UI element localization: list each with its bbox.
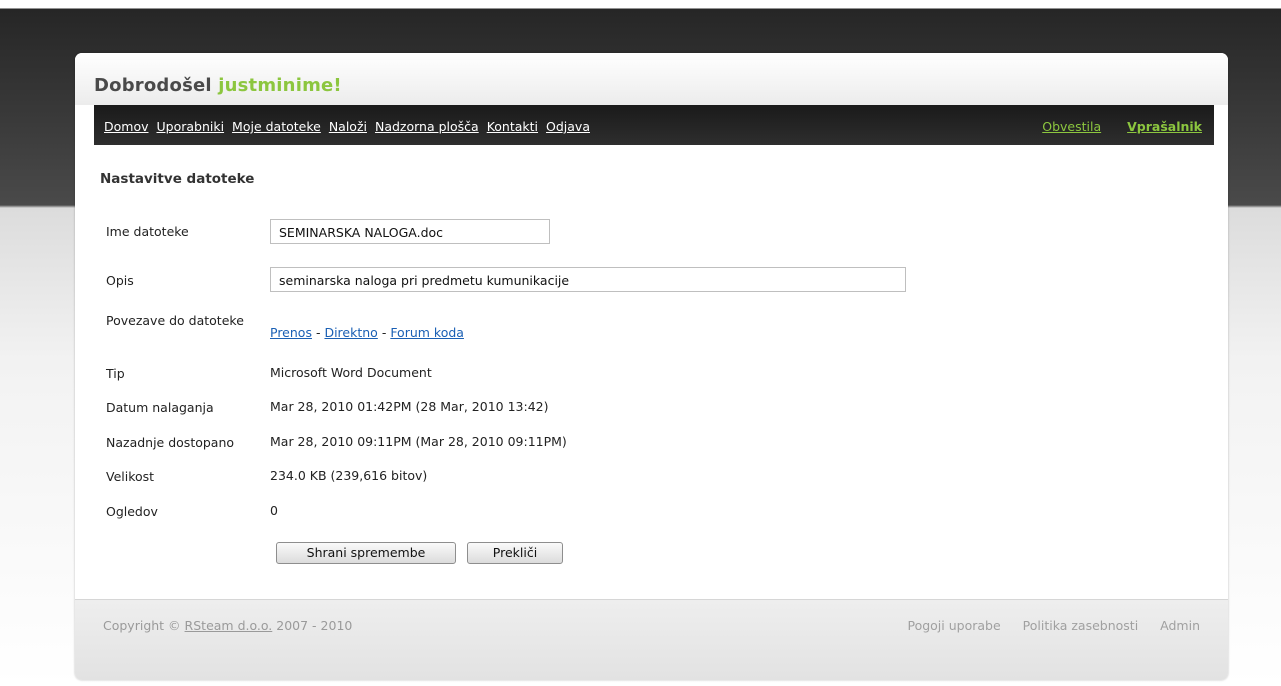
file-links: Prenos - Direktno - Forum koda [270, 325, 464, 340]
link-direktno[interactable]: Direktno [324, 325, 377, 340]
nav-moje-datoteke[interactable]: Moje datoteke [232, 119, 321, 134]
type-label: Tip [106, 366, 125, 381]
footer-links: Pogoji uporabe Politika zasebnosti Admin [889, 618, 1200, 633]
size-label: Velikost [106, 469, 155, 484]
nav-nalozi[interactable]: Naloži [329, 119, 367, 134]
nav-domov[interactable]: Domov [104, 119, 149, 134]
type-value: Microsoft Word Document [270, 365, 432, 380]
copyright-years: 2007 - 2010 [276, 618, 353, 633]
page-header: Dobrodošel justminime! [75, 53, 1228, 105]
company-link[interactable]: RSteam d.o.o. [185, 618, 273, 633]
copyright: Copyright © RSteam d.o.o. 2007 - 2010 [103, 618, 352, 633]
save-button[interactable]: Shrani spremembe [276, 542, 456, 564]
views-label: Ogledov [106, 504, 158, 519]
link-separator: - [381, 325, 387, 340]
accessed-value: Mar 28, 2010 09:11PM (Mar 28, 2010 09:11… [270, 434, 567, 449]
links-label: Povezave do datoteke [106, 313, 244, 328]
nav-vprasalnik[interactable]: Vprašalnik [1127, 119, 1202, 134]
uploaded-value: Mar 28, 2010 01:42PM (28 Mar, 2010 13:42… [270, 399, 549, 414]
link-prenos[interactable]: Prenos [270, 325, 312, 340]
nav-uporabniki[interactable]: Uporabniki [156, 119, 224, 134]
link-forum-koda[interactable]: Forum koda [390, 325, 464, 340]
footer-link-admin[interactable]: Admin [1160, 618, 1200, 633]
section-title: Nastavitve datoteke [100, 171, 255, 187]
filename-label: Ime datoteke [106, 224, 189, 239]
filename-input[interactable]: SEMINARSKA NALOGA.doc [270, 219, 550, 244]
accessed-label: Nazadnje dostopano [106, 435, 235, 450]
nav-nadzorna-plosca[interactable]: Nadzorna plošča [375, 119, 479, 134]
main-nav: Domov Uporabniki Moje datoteke Naloži Na… [104, 119, 594, 134]
nav-kontakti[interactable]: Kontakti [487, 119, 538, 134]
description-input[interactable]: seminarska naloga pri predmetu kumunikac… [270, 267, 906, 292]
views-value: 0 [270, 503, 278, 518]
username: justminime! [218, 75, 342, 96]
secondary-nav: Obvestila Vprašalnik [1020, 119, 1202, 134]
cancel-button[interactable]: Prekliči [467, 542, 563, 564]
nav-obvestila[interactable]: Obvestila [1042, 119, 1101, 134]
top-navbar: Domov Uporabniki Moje datoteke Naloži Na… [94, 105, 1214, 145]
welcome-heading: Dobrodošel justminime! [94, 75, 342, 96]
main-card: Dobrodošel justminime! Domov Uporabniki … [75, 53, 1228, 680]
page-footer: Copyright © RSteam d.o.o. 2007 - 2010 Po… [75, 599, 1228, 680]
size-value: 234.0 KB (239,616 bitov) [270, 468, 428, 483]
footer-link-terms[interactable]: Pogoji uporabe [907, 618, 1000, 633]
nav-odjava[interactable]: Odjava [546, 119, 590, 134]
uploaded-label: Datum nalaganja [106, 400, 214, 415]
link-separator: - [315, 325, 321, 340]
description-label: Opis [106, 273, 134, 288]
copyright-prefix: Copyright © [103, 618, 181, 633]
welcome-prefix: Dobrodošel [94, 75, 212, 96]
footer-link-privacy[interactable]: Politika zasebnosti [1023, 618, 1139, 633]
